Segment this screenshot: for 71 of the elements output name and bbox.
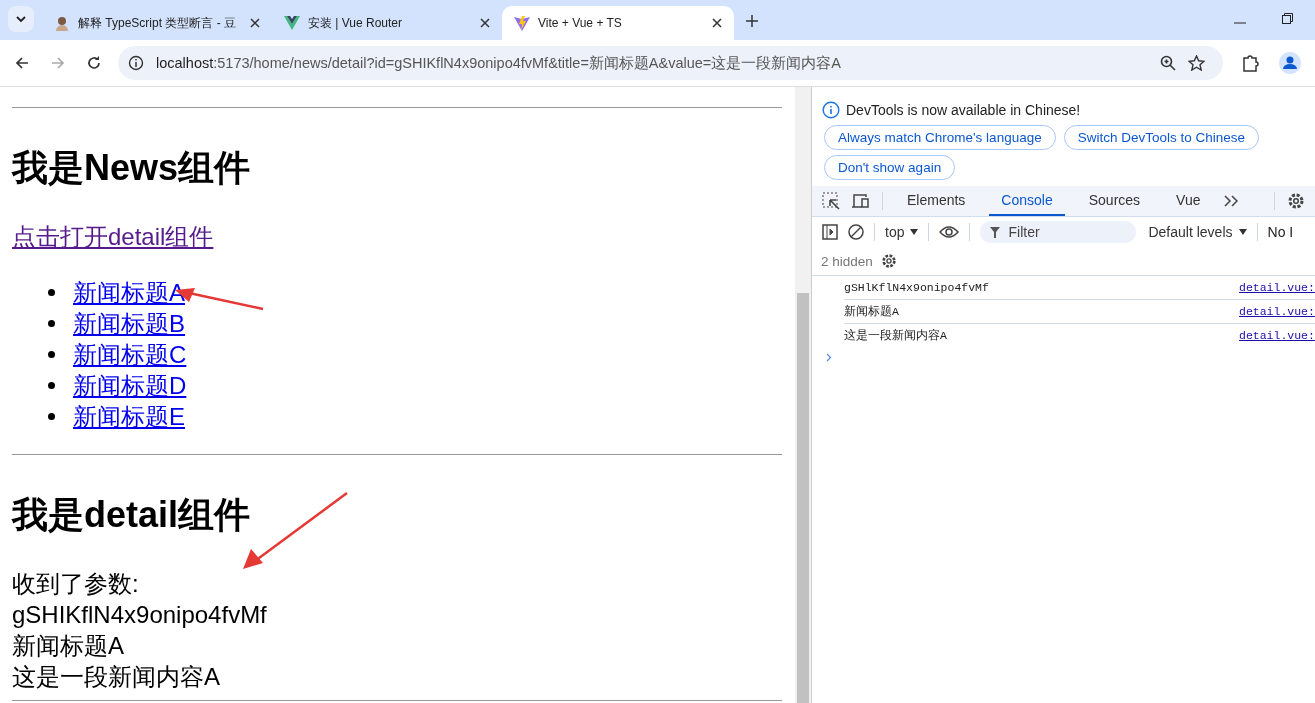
levels-dropdown[interactable]: Default levels (1148, 224, 1247, 240)
context-dropdown[interactable]: top (885, 224, 919, 240)
scrollbar[interactable] (795, 87, 811, 703)
panel-tab[interactable]: Vue (1164, 186, 1213, 216)
settings-icon[interactable] (1287, 192, 1305, 210)
info-icon (822, 101, 840, 119)
page-heading: 我是News组件 (12, 146, 251, 190)
source-link[interactable]: detail.vue: (1239, 305, 1315, 318)
notice-text: DevTools is now available in Chinese! (846, 102, 1081, 118)
log-message: gSHlKflN4x9onipo4fvMf (844, 281, 990, 294)
inspect-icon[interactable] (822, 192, 840, 210)
news-link[interactable]: 新闻标题D (73, 370, 187, 401)
panel-tab[interactable]: Console (989, 186, 1065, 216)
restore-icon[interactable] (1282, 13, 1293, 24)
bullet-icon (48, 320, 55, 327)
log-message: 新闻标题A (844, 304, 900, 319)
news-link[interactable]: 新闻标题B (73, 308, 185, 339)
source-link[interactable]: detail.vue: (1239, 281, 1315, 294)
eye-icon[interactable] (939, 225, 960, 239)
avatar-icon (54, 15, 70, 31)
tab-search-button[interactable] (8, 6, 34, 32)
more-tabs-icon[interactable] (1224, 195, 1239, 207)
vue-logo-icon (284, 16, 300, 30)
bullet-icon (48, 382, 55, 389)
star-icon[interactable] (1188, 55, 1205, 71)
close-icon[interactable] (712, 18, 722, 28)
reload-icon[interactable] (86, 55, 102, 71)
received-label: 收到了参数: (12, 569, 140, 599)
param-text: 新闻标题A (12, 631, 125, 661)
browser-tab[interactable]: 解释 TypeScript 类型断言 - 豆 (42, 6, 272, 40)
panel-tab[interactable]: Sources (1076, 186, 1153, 216)
clear-icon[interactable] (848, 224, 864, 240)
browser-tab[interactable]: 安装 | Vue Router (272, 6, 502, 40)
param-text: 这是一段新闻内容A (12, 662, 221, 692)
settings-icon[interactable] (880, 253, 897, 269)
notice-button[interactable]: Don't show again (824, 155, 956, 180)
panel-tab[interactable]: Elements (895, 186, 978, 216)
detail-link[interactable]: 点击打开detail组件 (12, 223, 214, 250)
news-link[interactable]: 新闻标题E (73, 401, 185, 432)
device-icon[interactable] (852, 193, 870, 209)
filter-icon (990, 227, 1001, 238)
notice-button[interactable]: Always match Chrome's language (824, 125, 1056, 150)
zoom-icon[interactable] (1160, 55, 1176, 71)
profile-icon[interactable] (1279, 52, 1301, 74)
close-icon[interactable] (480, 18, 490, 28)
bullet-icon (48, 351, 55, 358)
bullet-icon (48, 413, 55, 420)
puzzle-icon[interactable] (1243, 54, 1259, 72)
filter-field[interactable]: Filter (980, 221, 1137, 243)
issues-text: No I (1267, 224, 1294, 240)
sidebar-icon[interactable] (822, 224, 838, 240)
info-icon (128, 55, 144, 71)
bullet-icon (48, 289, 55, 296)
close-icon[interactable] (250, 18, 260, 28)
page-heading: 我是detail组件 (12, 493, 251, 537)
vite-logo-icon (514, 15, 530, 31)
browser-tab[interactable]: Vite + Vue + TS (502, 6, 734, 40)
new-tab-icon[interactable] (746, 15, 758, 27)
caret-icon (910, 229, 919, 235)
caret-icon (15, 15, 27, 23)
log-message: 这是一段新闻内容A (844, 328, 948, 343)
url-text: localhost:5173/home/news/detail?id=gSHIKflN4x9onipo4fvMf&title=新闻标题A&value=这是一段新闻内容A (156, 53, 841, 73)
prompt-icon[interactable] (826, 353, 832, 362)
back-icon[interactable] (14, 55, 30, 71)
caret-icon (1238, 229, 1247, 235)
address-bar[interactable]: localhost:5173/home/news/detail?id=gSHIKflN4x9onipo4fvMf&title=新闻标题A&value=这是一段新闻内容A (118, 46, 1223, 80)
source-link[interactable]: detail.vue: (1239, 329, 1315, 342)
param-text: gSHIKflN4x9onipo4fvMf (12, 600, 268, 630)
notice-button[interactable]: Switch DevTools to Chinese (1063, 125, 1259, 150)
news-link[interactable]: 新闻标题C (73, 339, 187, 370)
hidden-count: 2 hidden (821, 253, 873, 269)
